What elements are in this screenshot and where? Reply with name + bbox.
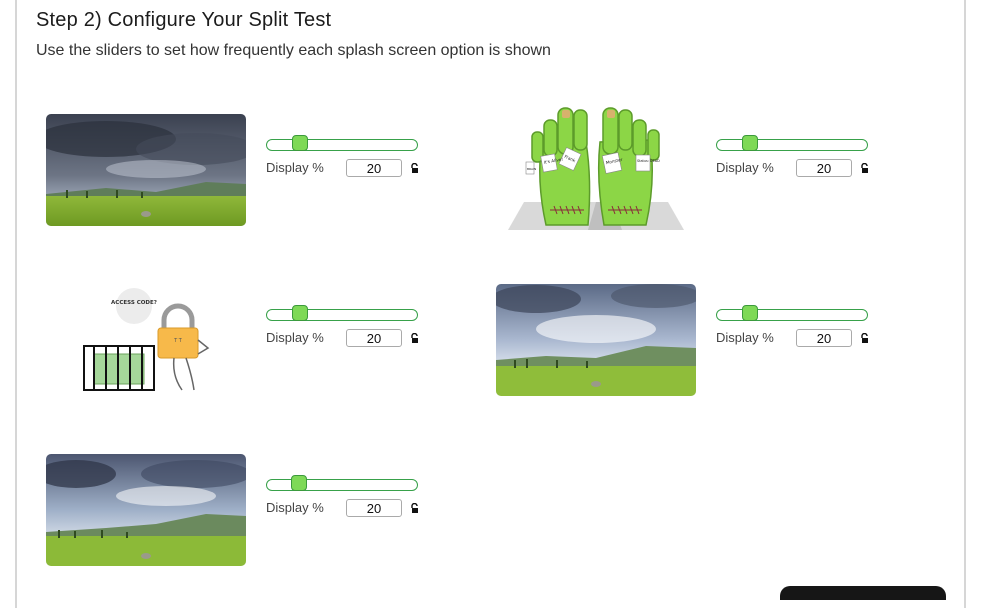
option-1-slider[interactable] bbox=[266, 135, 418, 151]
slider-knob[interactable] bbox=[292, 305, 308, 321]
toe-tag-text: BRAIN bbox=[527, 167, 536, 171]
continue-button[interactable] bbox=[780, 586, 946, 600]
slider-knob[interactable] bbox=[290, 475, 307, 491]
display-percent-input[interactable] bbox=[796, 329, 852, 347]
option-4-thumbnail[interactable] bbox=[496, 284, 696, 396]
page-subtitle: Use the sliders to set how frequently ea… bbox=[36, 42, 551, 59]
speech-bubble-text: ACCESS CODE? bbox=[111, 300, 157, 306]
option-2-slider[interactable] bbox=[716, 135, 868, 151]
option-5-thumbnail[interactable] bbox=[46, 454, 246, 566]
split-option-5: Display % bbox=[46, 454, 476, 584]
lock-icon[interactable] bbox=[410, 163, 420, 174]
option-3-thumbnail[interactable]: ACCESS CODE? T T bbox=[46, 284, 246, 396]
slider-knob[interactable] bbox=[742, 135, 758, 151]
display-percent-label: Display % bbox=[266, 500, 324, 515]
display-percent-label: Display % bbox=[716, 330, 774, 345]
split-option-1: Display % bbox=[46, 114, 476, 244]
option-3-slider[interactable] bbox=[266, 305, 418, 321]
lock-icon[interactable] bbox=[860, 163, 870, 174]
page-title: Step 2) Configure Your Split Test bbox=[36, 9, 332, 31]
lock-icon[interactable] bbox=[860, 333, 870, 344]
option-5-slider[interactable] bbox=[266, 475, 418, 491]
display-percent-label: Display % bbox=[716, 160, 774, 175]
option-4-slider[interactable] bbox=[716, 305, 868, 321]
split-option-2: It's Alive! Frank Monster Status: DEAD B… bbox=[496, 107, 926, 244]
option-3-controls: Display % bbox=[266, 305, 466, 358]
option-1-controls: Display % bbox=[266, 135, 466, 188]
split-option-4: Display % bbox=[496, 284, 926, 414]
display-percent-input[interactable] bbox=[346, 499, 402, 517]
display-percent-label: Display % bbox=[266, 160, 324, 175]
display-percent-input[interactable] bbox=[796, 159, 852, 177]
lock-icon[interactable] bbox=[410, 333, 420, 344]
option-2-controls: Display % bbox=[716, 135, 916, 188]
option-5-controls: Display % bbox=[266, 475, 466, 528]
option-2-thumbnail[interactable]: It's Alive! Frank Monster Status: DEAD B… bbox=[496, 100, 696, 232]
slider-knob[interactable] bbox=[292, 135, 308, 151]
display-percent-input[interactable] bbox=[346, 159, 402, 177]
slider-knob[interactable] bbox=[742, 305, 758, 321]
lock-icon[interactable] bbox=[410, 503, 420, 514]
toe-tag-text: Status: DEAD bbox=[637, 159, 660, 163]
display-percent-input[interactable] bbox=[346, 329, 402, 347]
option-4-controls: Display % bbox=[716, 305, 916, 358]
option-1-thumbnail[interactable] bbox=[46, 114, 246, 226]
split-option-3: ACCESS CODE? T T Display % bbox=[46, 284, 476, 414]
svg-text:T T: T T bbox=[173, 338, 183, 344]
display-percent-label: Display % bbox=[266, 330, 324, 345]
